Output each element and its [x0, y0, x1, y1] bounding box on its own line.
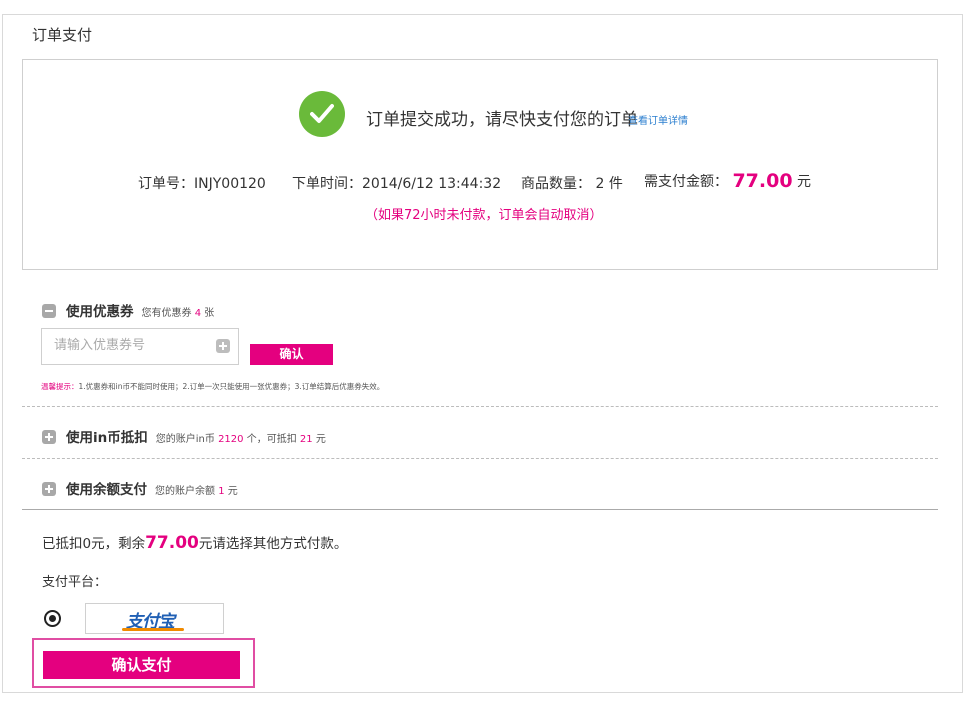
- coupon-code-input[interactable]: [42, 329, 192, 362]
- item-quantity: 商品数量： 2 件: [521, 176, 623, 192]
- coupon-confirm-button[interactable]: 确认: [250, 344, 333, 365]
- success-check-icon: [299, 91, 345, 137]
- order-number: 订单号：INJY00120: [138, 176, 266, 192]
- remaining-amount: 77.00: [145, 533, 199, 553]
- divider: [22, 406, 938, 407]
- view-order-detail-link[interactable]: 查看订单详情: [628, 112, 688, 127]
- coupon-tip: 温馨提示：1.优惠券和in币不能同时使用；2.订单一次只能使用一张优惠券；3.订…: [41, 382, 385, 391]
- order-time: 下单时间：2014/6/12 13:44:32: [292, 176, 502, 192]
- alipay-logo: 支付宝: [122, 607, 184, 632]
- expand-icon[interactable]: [42, 430, 56, 444]
- alipay-radio[interactable]: [44, 610, 61, 627]
- order-success-box: 订单提交成功，请尽快支付您的订单 查看订单详情 订单号：INJY00120 下单…: [22, 59, 938, 270]
- balance-section-header[interactable]: 使用余额支付 您的账户余额 1 元: [42, 478, 238, 498]
- coin-section-header[interactable]: 使用in币抵扣 您的账户in币 2120 个，可抵扣 21 元: [42, 426, 326, 446]
- amount-due: 需支付金额： 77.00 元: [644, 170, 812, 192]
- divider: [22, 509, 938, 510]
- remaining-summary: 已抵扣0元，剩余77.00元请选择其他方式付款。: [42, 533, 348, 553]
- divider: [22, 458, 938, 459]
- confirm-payment-button[interactable]: 确认支付: [43, 651, 240, 679]
- expand-icon[interactable]: [42, 482, 56, 496]
- success-message: 订单提交成功，请尽快支付您的订单: [366, 110, 638, 130]
- add-coupon-icon[interactable]: [216, 339, 230, 353]
- alipay-option[interactable]: 支付宝: [85, 603, 224, 634]
- page-title: 订单支付: [32, 26, 93, 44]
- auto-cancel-note: （如果72小时未付款，订单会自动取消）: [365, 208, 603, 223]
- coupon-input-box: [41, 328, 239, 365]
- collapse-icon[interactable]: [42, 304, 56, 318]
- payment-platform-label: 支付平台：: [42, 575, 108, 590]
- coupon-section-header[interactable]: 使用优惠券 您有优惠券 4 张: [42, 300, 214, 320]
- amount-value: 77.00: [732, 170, 793, 192]
